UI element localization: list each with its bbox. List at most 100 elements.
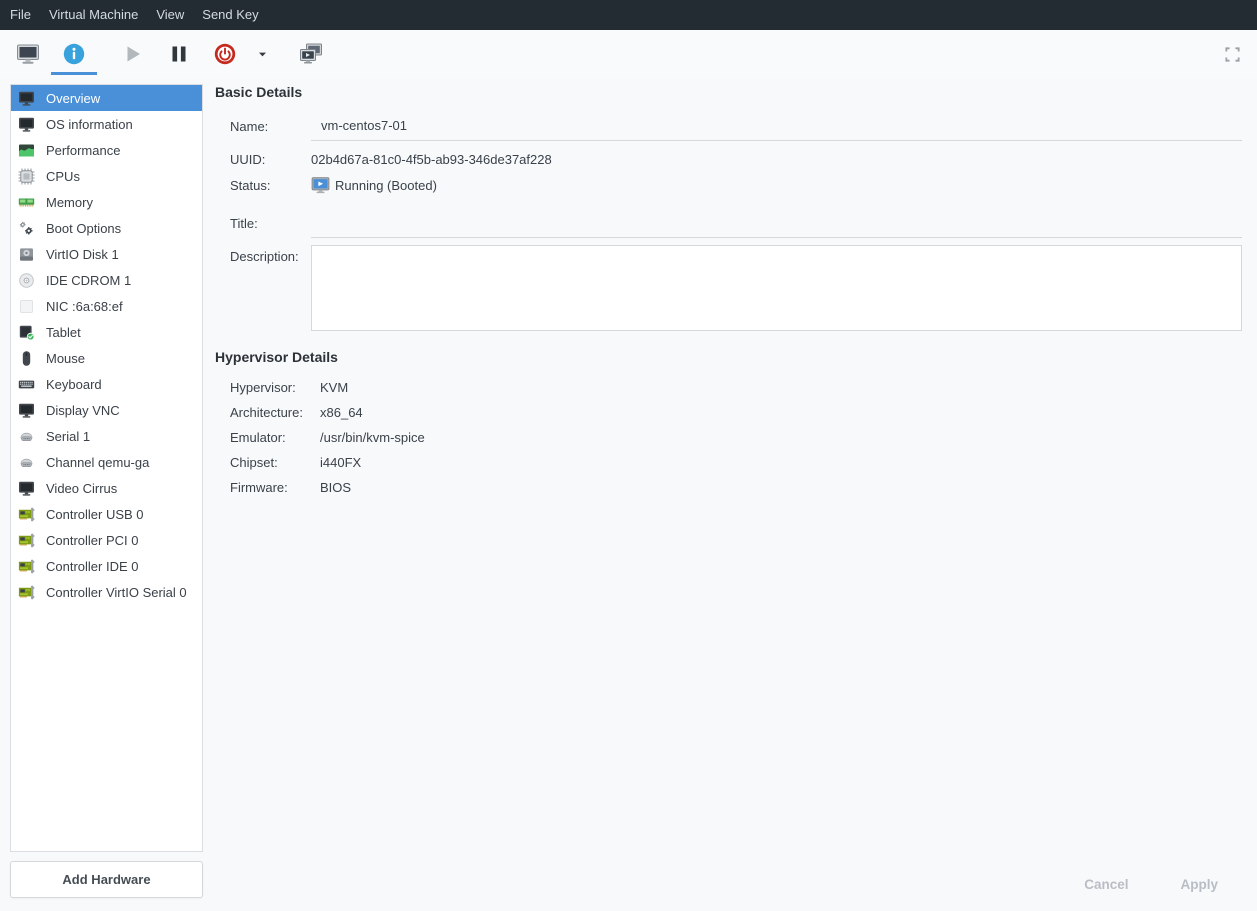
- title-input[interactable]: [311, 208, 1242, 238]
- footer-actions: Cancel Apply: [215, 857, 1257, 911]
- uuid-row: UUID: 02b4d67a-81c0-4f5b-ab93-346de37af2…: [230, 146, 1242, 172]
- play-icon: [121, 42, 145, 66]
- sidebar-item-overview[interactable]: Overview: [11, 85, 202, 111]
- hypervisor-row-emulator: Emulator:/usr/bin/kvm-spice: [230, 425, 1242, 450]
- run-button[interactable]: [110, 33, 156, 75]
- sidebar-item-label: Memory: [46, 195, 93, 210]
- sidebar-item-keyboard[interactable]: Keyboard: [11, 371, 202, 397]
- chevron-down-icon: [256, 48, 269, 61]
- sidebar-item-label: CPUs: [46, 169, 80, 184]
- add-hardware-button[interactable]: Add Hardware: [10, 861, 203, 898]
- virt-manager-window: FileVirtual MachineViewSend Key Overview…: [0, 0, 1257, 78]
- disk-icon: [18, 246, 35, 263]
- tablet-icon: [18, 324, 35, 341]
- apply-button[interactable]: Apply: [1178, 871, 1220, 898]
- sidebar-item-label: Keyboard: [46, 377, 102, 392]
- shutdown-button[interactable]: [202, 33, 248, 75]
- sidebar-item-tablet[interactable]: Tablet: [11, 319, 202, 345]
- keyboard-icon: [18, 376, 35, 393]
- sidebar-item-label: OS information: [46, 117, 133, 132]
- sidebar-item-controller-virtio-serial-0[interactable]: Controller VirtIO Serial 0: [11, 579, 202, 605]
- basic-details-title: Basic Details: [215, 84, 1242, 100]
- show-console-button[interactable]: [5, 33, 51, 75]
- description-label: Description:: [230, 245, 311, 264]
- uuid-value: 02b4d67a-81c0-4f5b-ab93-346de37af228: [311, 152, 552, 167]
- sidebar-item-label: Controller VirtIO Serial 0: [46, 585, 187, 600]
- console-switch-button[interactable]: [288, 33, 334, 75]
- hypervisor-row-label: Architecture:: [230, 405, 320, 420]
- sidebar-item-controller-ide-0[interactable]: Controller IDE 0: [11, 553, 202, 579]
- memory-icon: [18, 194, 35, 211]
- hypervisor-row-value: x86_64: [320, 405, 363, 420]
- display-icon: [18, 480, 35, 497]
- description-input[interactable]: [311, 245, 1242, 331]
- display-icon: [18, 402, 35, 419]
- status-row: Status: Running (Booted): [230, 172, 1242, 198]
- details-panel: Basic Details Name: UUID: 02b4d67a-81c0-…: [215, 78, 1242, 500]
- title-label: Title:: [230, 216, 311, 231]
- menu-virtual-machine[interactable]: Virtual Machine: [40, 0, 147, 30]
- cpu-icon: [18, 168, 35, 185]
- sidebar-item-virtio-disk-1[interactable]: VirtIO Disk 1: [11, 241, 202, 267]
- hypervisor-details-form: Hypervisor:KVMArchitecture:x86_64Emulato…: [230, 375, 1242, 500]
- menu-view[interactable]: View: [147, 0, 193, 30]
- description-row: Description:: [230, 245, 1242, 331]
- power-icon: [213, 42, 237, 66]
- sidebar-item-label: Performance: [46, 143, 120, 158]
- sidebar-item-label: Controller USB 0: [46, 507, 144, 522]
- sidebar-item-label: Display VNC: [46, 403, 120, 418]
- basic-details-form: Name: UUID: 02b4d67a-81c0-4f5b-ab93-346d…: [230, 110, 1242, 331]
- sidebar-item-os-information[interactable]: OS information: [11, 111, 202, 137]
- menu-file[interactable]: File: [1, 0, 40, 30]
- serial-icon: [18, 428, 35, 445]
- pause-button[interactable]: [156, 33, 202, 75]
- monitor-icon: [18, 90, 35, 107]
- sidebar-item-memory[interactable]: Memory: [11, 189, 202, 215]
- hypervisor-details-title: Hypervisor Details: [215, 349, 1242, 365]
- sidebar-item-controller-pci-0[interactable]: Controller PCI 0: [11, 527, 202, 553]
- cancel-button[interactable]: Cancel: [1082, 871, 1130, 898]
- sidebar-item-label: VirtIO Disk 1: [46, 247, 119, 262]
- sidebar-item-ide-cdrom-1[interactable]: IDE CDROM 1: [11, 267, 202, 293]
- gear-icon: [18, 220, 35, 237]
- hypervisor-row-label: Emulator:: [230, 430, 320, 445]
- hypervisor-row-value: /usr/bin/kvm-spice: [320, 430, 425, 445]
- hypervisor-row-label: Chipset:: [230, 455, 320, 470]
- mouse-icon: [18, 350, 35, 367]
- title-row: Title:: [230, 207, 1242, 239]
- sidebar-item-video-cirrus[interactable]: Video Cirrus: [11, 475, 202, 501]
- sidebar-item-cpus[interactable]: CPUs: [11, 163, 202, 189]
- sidebar-item-mouse[interactable]: Mouse: [11, 345, 202, 371]
- sidebar-item-channel-qemu-ga[interactable]: Channel qemu-ga: [11, 449, 202, 475]
- sidebar-item-label: Channel qemu-ga: [46, 455, 149, 470]
- sidebar-item-serial-1[interactable]: Serial 1: [11, 423, 202, 449]
- sidebar-item-display-vnc[interactable]: Display VNC: [11, 397, 202, 423]
- pause-icon: [167, 42, 191, 66]
- menu-send-key[interactable]: Send Key: [193, 0, 267, 30]
- sidebar-item-label: Mouse: [46, 351, 85, 366]
- uuid-label: UUID:: [230, 152, 311, 167]
- status-label: Status:: [230, 178, 311, 193]
- cdrom-icon: [18, 272, 35, 289]
- hypervisor-row-architecture: Architecture:x86_64: [230, 400, 1242, 425]
- controller-card-icon: [18, 558, 35, 575]
- sidebar-item-label: IDE CDROM 1: [46, 273, 131, 288]
- shutdown-menu-button[interactable]: [248, 33, 276, 75]
- sidebar-item-controller-usb-0[interactable]: Controller USB 0: [11, 501, 202, 527]
- sidebar-item-boot-options[interactable]: Boot Options: [11, 215, 202, 241]
- sidebar-item-label: Controller PCI 0: [46, 533, 138, 548]
- hypervisor-row-value: KVM: [320, 380, 348, 395]
- sidebar-item-label: Serial 1: [46, 429, 90, 444]
- sidebar-item-nic-6a-68-ef[interactable]: NIC :6a:68:ef: [11, 293, 202, 319]
- toolbar: [0, 30, 1257, 78]
- sidebar-item-label: Tablet: [46, 325, 81, 340]
- hypervisor-row-value: i440FX: [320, 455, 361, 470]
- fullscreen-icon: [1224, 46, 1241, 63]
- sidebar-item-label: NIC :6a:68:ef: [46, 299, 123, 314]
- sidebar-item-label: Boot Options: [46, 221, 121, 236]
- show-details-button[interactable]: [51, 33, 97, 75]
- name-input[interactable]: [311, 111, 1242, 141]
- sidebar-item-performance[interactable]: Performance: [11, 137, 202, 163]
- fullscreen-button[interactable]: [1215, 33, 1249, 75]
- monitor-icon: [18, 116, 35, 133]
